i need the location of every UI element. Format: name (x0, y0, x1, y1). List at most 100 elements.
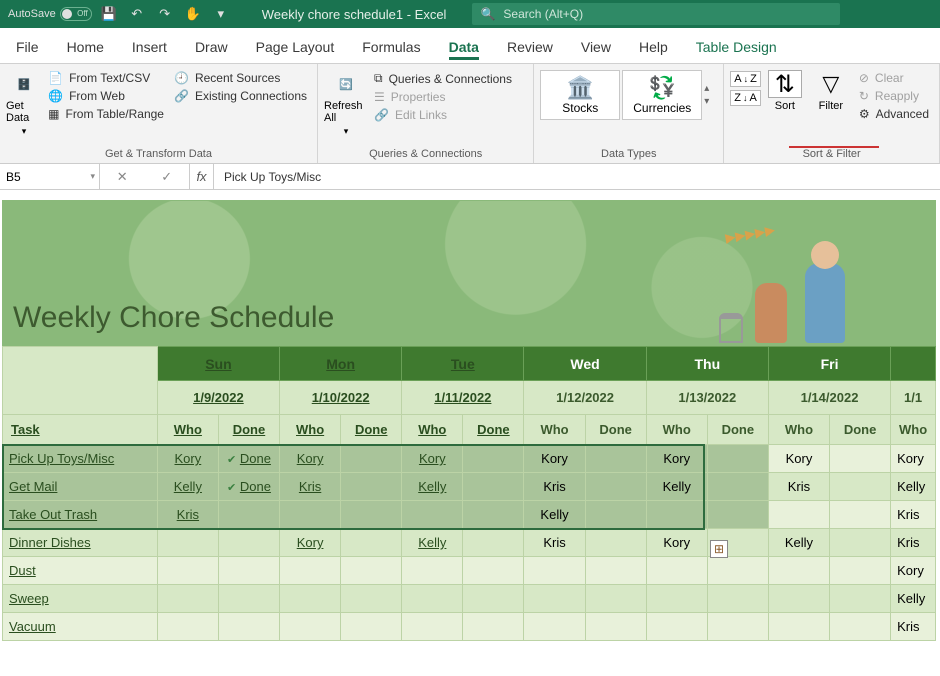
who-cell[interactable] (157, 613, 218, 641)
who-cell[interactable]: Kelly (524, 501, 585, 529)
done-cell[interactable] (341, 613, 402, 641)
who-cell[interactable] (524, 613, 585, 641)
existing-connections-button[interactable]: 🔗Existing Connections (170, 88, 311, 104)
who-cell[interactable]: Kelly (646, 473, 707, 501)
done-cell[interactable] (463, 473, 524, 501)
done-cell[interactable] (463, 557, 524, 585)
who-cell[interactable]: Kory (646, 529, 707, 557)
who-cell[interactable] (280, 557, 341, 585)
table-row[interactable]: Sweep Kelly (3, 585, 936, 613)
fx-icon[interactable]: fx (190, 164, 214, 189)
who-cell[interactable]: Kory (280, 445, 341, 473)
task-cell[interactable]: Get Mail (3, 473, 158, 501)
who-cell[interactable] (402, 557, 463, 585)
done-cell[interactable] (341, 585, 402, 613)
done-cell[interactable] (830, 585, 891, 613)
touch-mode-icon[interactable]: ✋ (182, 3, 204, 25)
done-cell[interactable] (585, 445, 646, 473)
done-cell[interactable] (707, 557, 768, 585)
autosave-switch[interactable]: Off (60, 7, 92, 21)
who-cell[interactable] (768, 585, 829, 613)
done-cell[interactable]: ✔ Done (218, 473, 279, 501)
who-cell[interactable] (768, 501, 829, 529)
done-cell[interactable] (707, 473, 768, 501)
who-cell[interactable]: Kory (157, 445, 218, 473)
who-cell[interactable] (646, 585, 707, 613)
done-cell[interactable] (830, 473, 891, 501)
who-cell[interactable] (402, 613, 463, 641)
save-icon[interactable]: 💾 (98, 3, 120, 25)
done-cell[interactable] (463, 445, 524, 473)
tab-data[interactable]: Data (449, 33, 479, 63)
who-cell[interactable] (280, 585, 341, 613)
who-cell[interactable] (768, 557, 829, 585)
qat-dropdown-icon[interactable]: ▾ (210, 3, 232, 25)
done-cell[interactable]: ✔ Done (218, 445, 279, 473)
filter-button[interactable]: ▽ Filter (809, 66, 853, 112)
done-cell[interactable] (585, 557, 646, 585)
task-cell[interactable]: Sweep (3, 585, 158, 613)
done-cell[interactable] (707, 501, 768, 529)
table-row[interactable]: Dinner DishesKoryKellyKrisKoryKellyKris (3, 529, 936, 557)
who-cell[interactable]: Kelly (891, 585, 936, 613)
table-row[interactable]: Pick Up Toys/MiscKory✔ DoneKoryKoryKoryK… (3, 445, 936, 473)
done-cell[interactable] (218, 585, 279, 613)
tab-insert[interactable]: Insert (132, 33, 167, 63)
done-cell[interactable] (341, 473, 402, 501)
quick-analysis-button[interactable]: ⊞ (710, 540, 728, 558)
done-cell[interactable] (341, 529, 402, 557)
who-cell[interactable] (646, 613, 707, 641)
who-cell[interactable]: Kris (891, 501, 936, 529)
done-cell[interactable] (585, 613, 646, 641)
tab-table-design[interactable]: Table Design (696, 33, 777, 63)
tab-view[interactable]: View (581, 33, 611, 63)
task-cell[interactable]: Pick Up Toys/Misc (3, 445, 158, 473)
done-cell[interactable] (341, 501, 402, 529)
from-table-range-button[interactable]: ▦From Table/Range (44, 106, 168, 122)
who-cell[interactable]: Kory (891, 445, 936, 473)
sort-button[interactable]: ⇅ Sort (763, 66, 807, 112)
who-cell[interactable] (402, 585, 463, 613)
refresh-all-button[interactable]: 🔄 Refresh All ▾ (324, 66, 368, 137)
scroll-up-icon[interactable]: ▴ (704, 83, 720, 94)
done-cell[interactable] (463, 529, 524, 557)
task-cell[interactable]: Vacuum (3, 613, 158, 641)
stocks-button[interactable]: 🏛️ Stocks (540, 70, 620, 120)
table-row[interactable]: Take Out TrashKrisKellyKris (3, 501, 936, 529)
done-cell[interactable] (830, 529, 891, 557)
done-cell[interactable] (707, 585, 768, 613)
table-row[interactable]: Get MailKelly✔ DoneKrisKellyKrisKellyKri… (3, 473, 936, 501)
formula-input[interactable]: Pick Up Toys/Misc (214, 164, 940, 189)
autosave-toggle[interactable]: AutoSave Off (8, 7, 92, 21)
who-cell[interactable]: Kris (891, 529, 936, 557)
who-cell[interactable] (402, 501, 463, 529)
who-cell[interactable] (280, 613, 341, 641)
done-cell[interactable] (707, 445, 768, 473)
done-cell[interactable] (585, 529, 646, 557)
who-cell[interactable] (524, 585, 585, 613)
scroll-down-icon[interactable]: ▾ (704, 96, 720, 107)
who-cell[interactable]: Kris (524, 529, 585, 557)
who-cell[interactable]: Kory (768, 445, 829, 473)
tab-help[interactable]: Help (639, 33, 668, 63)
done-cell[interactable] (218, 529, 279, 557)
get-data-button[interactable]: 🗄️ Get Data ▾ (6, 66, 42, 137)
advanced-button[interactable]: ⚙Advanced (855, 106, 933, 122)
sort-asc-button[interactable]: A↓Z (730, 71, 761, 87)
enter-icon[interactable]: ✓ (161, 169, 172, 185)
who-cell[interactable]: Kris (157, 501, 218, 529)
tab-draw[interactable]: Draw (195, 33, 228, 63)
tab-page-layout[interactable]: Page Layout (256, 33, 335, 63)
task-cell[interactable]: Dust (3, 557, 158, 585)
done-cell[interactable] (830, 445, 891, 473)
task-cell[interactable]: Take Out Trash (3, 501, 158, 529)
who-cell[interactable] (646, 501, 707, 529)
done-cell[interactable] (463, 585, 524, 613)
done-cell[interactable] (341, 557, 402, 585)
who-cell[interactable]: Kris (524, 473, 585, 501)
undo-icon[interactable]: ↶ (126, 3, 148, 25)
done-cell[interactable] (218, 613, 279, 641)
who-cell[interactable]: Kelly (402, 529, 463, 557)
table-row[interactable]: VacuumKris (3, 613, 936, 641)
who-cell[interactable]: Kelly (402, 473, 463, 501)
